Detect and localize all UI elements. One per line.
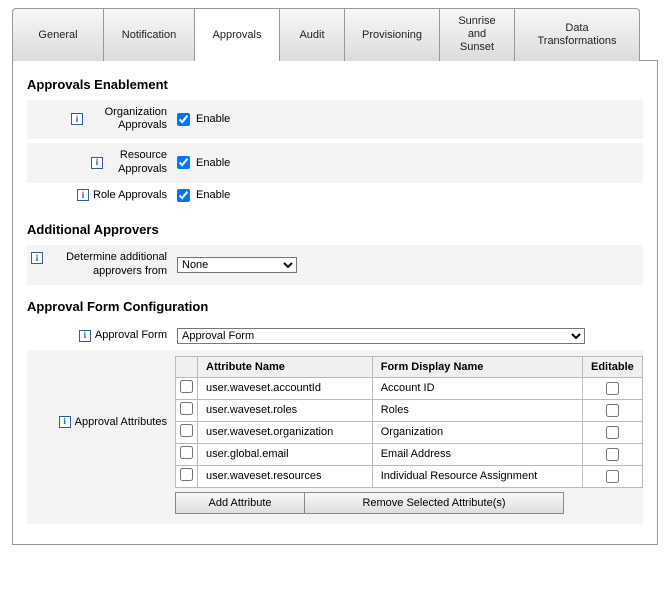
tab-panel: Approvals Enablement i Organization Appr… xyxy=(12,60,658,545)
checkbox-resource-approvals[interactable] xyxy=(177,156,190,169)
row-additional-approvers: i Determine additional approvers from No… xyxy=(27,245,643,285)
cell-attr-name: user.waveset.resources xyxy=(198,465,373,487)
label-approval-form: Approval Form xyxy=(95,329,167,343)
checkbox-role-approvals[interactable] xyxy=(177,189,190,202)
approval-attributes-table: Attribute Name Form Display Name Editabl… xyxy=(175,356,643,488)
cell-display-name: Account ID xyxy=(372,377,582,399)
info-icon[interactable]: i xyxy=(59,416,71,428)
cell-attr-name: user.waveset.roles xyxy=(198,399,373,421)
tab-approvals[interactable]: Approvals xyxy=(194,8,280,61)
cell-attr-name: user.waveset.organization xyxy=(198,421,373,443)
info-icon[interactable]: i xyxy=(77,189,89,201)
tab-data-transformations[interactable]: Data Transformations xyxy=(514,8,640,61)
section-approval-form-config: Approval Form Configuration xyxy=(27,299,643,314)
select-approval-form[interactable]: Approval Form xyxy=(177,328,585,344)
label-resource-approvals: Resource Approvals xyxy=(107,149,167,177)
row-select-checkbox[interactable] xyxy=(180,380,193,393)
row-role-approvals: i Role Approvals Enable xyxy=(27,183,643,209)
row-select-checkbox[interactable] xyxy=(180,446,193,459)
label-additional-approvers: Determine additional approvers from xyxy=(47,251,167,279)
col-attribute-name: Attribute Name xyxy=(198,356,373,377)
table-row: user.waveset.organization Organization xyxy=(176,421,643,443)
editable-checkbox[interactable] xyxy=(606,404,619,417)
col-form-display-name: Form Display Name xyxy=(372,356,582,377)
table-row: user.waveset.resources Individual Resour… xyxy=(176,465,643,487)
checkbox-org-approvals[interactable] xyxy=(177,113,190,126)
row-approval-form: i Approval Form Approval Form xyxy=(27,322,643,350)
table-row: user.waveset.roles Roles xyxy=(176,399,643,421)
label-org-approvals: Organization Approvals xyxy=(87,106,167,134)
tab-bar: General Notification Approvals Audit Pro… xyxy=(12,8,658,61)
cell-attr-name: user.waveset.accountId xyxy=(198,377,373,399)
col-editable: Editable xyxy=(583,356,643,377)
tab-general[interactable]: General xyxy=(12,8,104,61)
cell-display-name: Roles xyxy=(372,399,582,421)
editable-checkbox[interactable] xyxy=(606,426,619,439)
info-icon[interactable]: i xyxy=(31,252,43,264)
table-row: user.global.email Email Address xyxy=(176,443,643,465)
editable-checkbox[interactable] xyxy=(606,448,619,461)
cell-display-name: Individual Resource Assignment xyxy=(372,465,582,487)
info-icon[interactable]: i xyxy=(71,113,83,125)
section-approvals-enablement: Approvals Enablement xyxy=(27,77,643,92)
add-attribute-button[interactable]: Add Attribute xyxy=(175,492,305,514)
enable-text: Enable xyxy=(196,113,230,125)
info-icon[interactable]: i xyxy=(79,330,91,342)
editable-checkbox[interactable] xyxy=(606,382,619,395)
editable-checkbox[interactable] xyxy=(606,470,619,483)
section-additional-approvers: Additional Approvers xyxy=(27,222,643,237)
table-row: user.waveset.accountId Account ID xyxy=(176,377,643,399)
tab-audit[interactable]: Audit xyxy=(279,8,345,61)
tab-notification[interactable]: Notification xyxy=(103,8,195,61)
row-resource-approvals: i Resource Approvals Enable xyxy=(27,143,643,183)
label-role-approvals: Role Approvals xyxy=(93,189,167,203)
select-additional-approvers[interactable]: None xyxy=(177,257,297,273)
row-select-checkbox[interactable] xyxy=(180,424,193,437)
row-select-checkbox[interactable] xyxy=(180,402,193,415)
col-select xyxy=(176,356,198,377)
enable-text: Enable xyxy=(196,157,230,169)
tab-sunrise-sunset[interactable]: Sunrise and Sunset xyxy=(439,8,515,61)
remove-selected-attribute-button[interactable]: Remove Selected Attribute(s) xyxy=(304,492,564,514)
info-icon[interactable]: i xyxy=(91,157,103,169)
cell-attr-name: user.global.email xyxy=(198,443,373,465)
row-select-checkbox[interactable] xyxy=(180,468,193,481)
row-org-approvals: i Organization Approvals Enable xyxy=(27,100,643,140)
cell-display-name: Organization xyxy=(372,421,582,443)
cell-display-name: Email Address xyxy=(372,443,582,465)
label-approval-attributes: Approval Attributes xyxy=(75,416,167,428)
tab-provisioning[interactable]: Provisioning xyxy=(344,8,440,61)
enable-text: Enable xyxy=(196,189,230,201)
